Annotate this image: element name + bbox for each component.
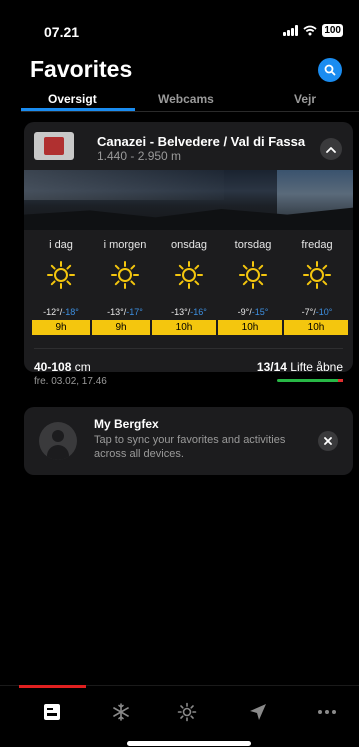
resort-altitude: 1.440 - 2.950 m — [97, 149, 182, 163]
bergfex-title: My Bergfex — [94, 417, 159, 431]
snowflake-icon — [113, 703, 129, 721]
nav-favorites[interactable] — [40, 700, 64, 724]
day-label: onsdag — [170, 239, 208, 251]
navigation-arrow-icon — [250, 704, 266, 720]
snow-report-date: fre. 03.02, 17.46 — [34, 376, 107, 387]
temperature: -13°/-17° — [107, 307, 143, 317]
webcam-image[interactable] — [24, 170, 353, 230]
day-label: i dag — [49, 239, 73, 251]
close-button[interactable] — [318, 431, 338, 451]
sun-icon — [47, 261, 75, 289]
search-icon — [324, 64, 336, 76]
battery-icon: 100 — [322, 24, 343, 37]
sun-icon — [239, 261, 267, 289]
forecast-day: fredag -7°/-10° — [285, 238, 349, 317]
forecast-day: torsdag -9°/-15° — [221, 238, 285, 317]
status-bar: 07.21 100 — [0, 0, 359, 50]
tab-weather[interactable]: Vejr — [294, 92, 316, 106]
forecast-day: i morgen -13°/-17° — [93, 238, 157, 317]
temperature: -12°/-18° — [43, 307, 79, 317]
collapse-button[interactable] — [320, 138, 342, 160]
day-label: i morgen — [103, 239, 147, 251]
day-label: torsdag — [234, 239, 272, 251]
resort-card[interactable]: Canazei - Belvedere / Val di Fassa 1.440… — [24, 122, 353, 387]
day-label: fredag — [301, 239, 333, 251]
search-button[interactable] — [318, 58, 342, 82]
bergfex-sync-card[interactable]: My Bergfex Tap to sync your favorites an… — [24, 407, 353, 475]
temperature: -13°/-16° — [171, 307, 207, 317]
sun-hours-bar: 9h — [32, 320, 90, 335]
resort-logo — [34, 132, 74, 160]
divider — [21, 111, 359, 112]
chevron-up-icon — [326, 146, 336, 153]
lifts-progress-bar — [277, 379, 343, 382]
sun-icon — [303, 261, 331, 289]
close-icon — [324, 437, 332, 445]
bottom-navigation — [0, 685, 359, 747]
sun-hours-bar: 10h — [284, 320, 348, 335]
lifts-open: 13/14 Lifte åbne — [256, 360, 343, 374]
sun-icon — [177, 702, 197, 722]
page-title: Favorites — [30, 56, 133, 82]
signal-icon — [283, 25, 299, 36]
temperature: -9°/-15° — [237, 307, 269, 317]
favorites-icon — [44, 704, 60, 720]
more-icon — [318, 710, 336, 714]
tab-bar: Oversigt Webcams Vejr — [21, 88, 359, 112]
status-time: 07.21 — [44, 24, 80, 40]
forecast-day: onsdag -13°/-16° — [157, 238, 221, 317]
snow-depth: 40-108 cm — [34, 360, 91, 374]
divider — [34, 348, 343, 349]
sun-icon — [111, 261, 139, 289]
resort-name: Canazei - Belvedere / Val di Fassa — [97, 134, 306, 149]
forecast: i dag -12°/-18° i morgen -13°/-17° onsda… — [24, 238, 353, 348]
forecast-day: i dag -12°/-18° — [29, 238, 93, 317]
avatar-icon — [39, 422, 77, 460]
nav-weather[interactable] — [175, 700, 199, 724]
temperature: -7°/-10° — [301, 307, 333, 317]
bergfex-description: Tap to sync your favorites and activitie… — [94, 434, 286, 460]
tab-overview[interactable]: Oversigt — [48, 92, 97, 106]
sun-icon — [175, 261, 203, 289]
nav-more[interactable] — [315, 700, 339, 724]
home-indicator — [127, 741, 251, 746]
wifi-icon — [303, 25, 317, 36]
nav-location[interactable] — [246, 700, 270, 724]
sun-hours-bar: 9h — [92, 320, 150, 335]
status-icons: 100 — [283, 24, 343, 37]
sun-hours-bar: 10h — [218, 320, 282, 335]
sun-hours-bar: 10h — [152, 320, 216, 335]
nav-snow-report[interactable] — [109, 700, 133, 724]
active-nav-indicator — [19, 685, 86, 688]
tab-webcams[interactable]: Webcams — [158, 92, 214, 106]
